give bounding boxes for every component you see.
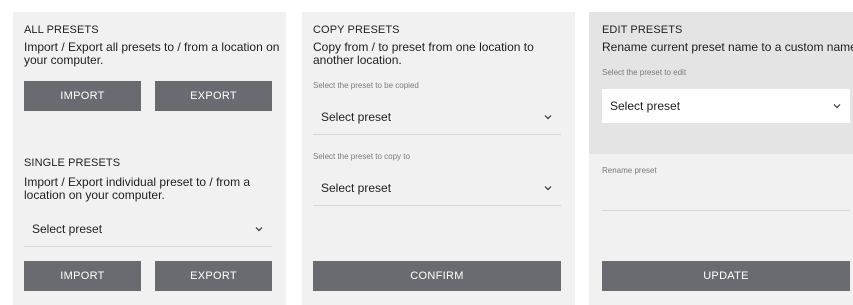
edit-preset-select-value: Select preset [610, 99, 681, 113]
all-presets-panel: ALL PRESETS Import / Export all presets … [13, 12, 286, 305]
rename-input-underline [602, 210, 850, 211]
chevron-down-icon [255, 226, 263, 231]
single-presets-title: SINGLE PRESETS [24, 157, 121, 169]
rename-preset-input[interactable] [602, 180, 850, 210]
edit-select-hint: Select the preset to edit [602, 68, 687, 77]
copy-from-hint: Select the preset to be copied [313, 81, 419, 90]
edit-preset-select[interactable]: Select preset [602, 89, 850, 123]
export-all-button[interactable]: EXPORT [155, 81, 272, 111]
import-single-button[interactable]: IMPORT [24, 261, 141, 291]
chevron-down-icon [544, 114, 552, 119]
all-presets-description: Import / Export all presets to / from a … [24, 40, 280, 67]
edit-presets-title: EDIT PRESETS [602, 24, 683, 36]
copy-presets-title: COPY PRESETS [313, 24, 400, 36]
single-preset-select-value: Select preset [32, 221, 103, 236]
update-button[interactable]: UPDATE [602, 261, 850, 291]
confirm-button[interactable]: CONFIRM [313, 261, 561, 291]
rename-preset-hint: Rename preset [602, 166, 657, 175]
import-all-button[interactable]: IMPORT [24, 81, 141, 111]
chevron-down-icon [833, 104, 841, 109]
copy-presets-panel: COPY PRESETS Copy from / to preset from … [302, 12, 575, 305]
single-presets-description: Import / Export individual preset to / f… [24, 175, 251, 202]
single-preset-select[interactable]: Select preset [24, 211, 272, 247]
copy-presets-description: Copy from / to preset from one location … [313, 40, 534, 67]
copy-to-select-value: Select preset [321, 180, 392, 195]
copy-to-select[interactable]: Select preset [313, 170, 561, 206]
chevron-down-icon [544, 185, 552, 190]
edit-presets-panel: EDIT PRESETS Rename current preset name … [589, 12, 853, 305]
all-presets-title: ALL PRESETS [24, 24, 99, 36]
copy-from-select-value: Select preset [321, 109, 392, 124]
copy-from-select[interactable]: Select preset [313, 99, 561, 135]
export-single-button[interactable]: EXPORT [155, 261, 272, 291]
copy-to-hint: Select the preset to copy to [313, 152, 410, 161]
edit-presets-description: Rename current preset name to a custom n… [602, 40, 853, 54]
